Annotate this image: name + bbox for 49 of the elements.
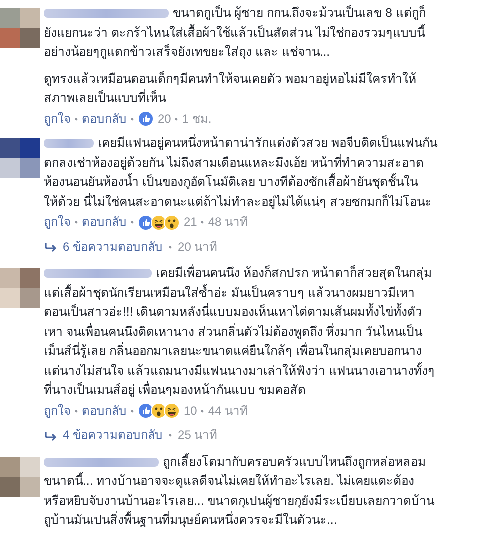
replies-link[interactable]: 4 ข้อความตอบกลับ <box>63 426 164 446</box>
like-link[interactable]: ถูกใจ <box>44 110 71 129</box>
blurred-name[interactable] <box>44 269 152 278</box>
comment-time: 44 นาที <box>208 402 248 420</box>
comment-time: 48 นาที <box>208 214 248 231</box>
separator-dot <box>75 118 78 121</box>
separator-dot <box>131 410 134 413</box>
reply-time: 20 นาที <box>178 238 218 256</box>
reaction-count: 21 <box>184 214 198 231</box>
separator-dot <box>75 410 78 413</box>
blurred-name[interactable] <box>44 458 159 467</box>
laughing-face-icon <box>164 403 180 420</box>
reply-link[interactable]: ตอบกลับ <box>82 110 127 129</box>
blurred-name[interactable] <box>44 139 94 148</box>
reply-link[interactable]: ตอบกลับ <box>82 213 127 232</box>
comment-text: เคยมีเพื่อนคนนึง ห้องก็สกปรก หน้าตาก็สวยสุดในกลุ่ม <box>156 264 432 282</box>
reply-time: 25 นาที <box>178 427 218 444</box>
replies-link[interactable]: 6 ข้อความตอบกลับ <box>63 238 164 257</box>
comment-text: แต่เสื้อผ้าชุดนักเรียนเหมือนใส่ซ้ำอ่ะ มันเป็นคราบๆ แล้วนางผมยาวมีเหา ตอนเป็นสาวอ่ะ!!! เดินตามหลังนี่แบบมองเห็นเหาไต่ตามเส้นผมทั้งไข่ทั้งตัว เหา จนเพื่อนคนนึงติดเหานาง ส่วนกลิ่นตัวไม่ต้องพูดถึง หึ่งมาก วันไหนเป็น เม็นส์นี่รู้เลย กลิ่นออกมาเลยนะขนาดแค่ยืนใกล้ๆ เพื่อนในกลุ่มเคยบอกนาง แต่นางไม่สนใจ แล้วแถมนางมีแฟนนางมาเล่าให้ฟังว่า แฟนนางเอานางทั้งๆ ที่นางเป็นเมนส์อยู่ เพื่อนๆมองหน้ากันแบบ ขมคอสัด <box>44 284 436 400</box>
reaction-count: 10 <box>184 402 198 420</box>
separator-dot <box>169 246 172 249</box>
comment-time: 1 ชม. <box>182 110 212 128</box>
separator-dot <box>131 118 134 121</box>
reaction-count: 20 <box>158 110 172 128</box>
separator-dot <box>169 434 172 438</box>
comment-text: ถูกเลี้ยงโตมากับครอบครัวแบบไหนถึงถูกหล่อหลอม <box>163 452 426 472</box>
like-link[interactable]: ถูกใจ <box>44 213 71 232</box>
comment-text: เคยมีแฟนอยู่คนหนึ่งหน้าตาน่ารักแต่งตัวสวย พอจีบติดเป็นแฟนกัน <box>98 134 438 152</box>
surprised-face-icon <box>164 214 180 231</box>
comment-text: ดูทรงแล้วเหมือนตอนเด็กๆมีคนทำให้จนเคยตัว พอมาอยู่หอไม่มีใครทำให้ สภาพเลยเป็นแบบที่เห็น <box>44 70 418 107</box>
avatar <box>0 8 40 48</box>
reply-arrow-icon <box>44 430 57 442</box>
reply-arrow-icon <box>44 241 57 254</box>
avatar <box>0 268 40 308</box>
avatar <box>0 138 40 178</box>
comment-text: ตกลงเช่าห้องอยู่ด้วยกัน ไม่ถึงสามเดือนแหละมึงเอ้ย หน้าที่ทำความสะอาด ห้องนอนยันห้องน้ำ เป็นของกูอัตโนมัติเลย บางทีต้องซักเสื้อผ้ายันชุดชั้นใน ให้ด้วย นี่ไม่ใช่คนสะอาดนะแต่ถ้าไม่ทำละอยู่ไม่ได้แน่ๆ สวยซกมกก็ไม่โอนะ <box>44 154 433 212</box>
separator-dot <box>175 118 178 121</box>
comment-text: ขนาดกูเป็น ผู้ชาย กกน.ถึงจะม้วนเป็นเลข 8 แต่กูก็ <box>173 4 426 22</box>
comment-text: ยังแยกนะว่า ตะกร้าไหนใส่เสื้อผ้าใช้แล้วเป็นสัดส่วน ไม่ใช่กองรวมๆแบบนี้ อย่างน้อยๆกูแดกข้าวเสร็จยังเทขยะใส่ถุง และ แช่จาน... <box>44 24 426 62</box>
separator-dot <box>201 410 204 413</box>
avatar <box>0 456 40 496</box>
separator-dot <box>131 221 134 224</box>
separator-dot <box>201 221 204 224</box>
reply-link[interactable]: ตอบกลับ <box>82 402 127 421</box>
separator-dot <box>75 221 78 224</box>
thumbs-up-icon <box>138 111 154 128</box>
comment-text: ขนาดนี้... ทางบ้านอาจจะดูแลดีจนไม่เคยให้ทำอะไรเลย. ไม่เคยแตะต้อง หรือหยิบจับงานบ้านอะไรเลย... ขนาดกุเปนผู้ชายกุยังมีระเบียบเลยกวาดบ้าน ถูบ้านมันเปนสิ่งพื้นฐานที่มนุษย์คนหนึ่งควรจะมีในตัวนะ... <box>44 472 436 530</box>
like-link[interactable]: ถูกใจ <box>44 402 71 421</box>
blurred-name[interactable] <box>44 9 169 18</box>
